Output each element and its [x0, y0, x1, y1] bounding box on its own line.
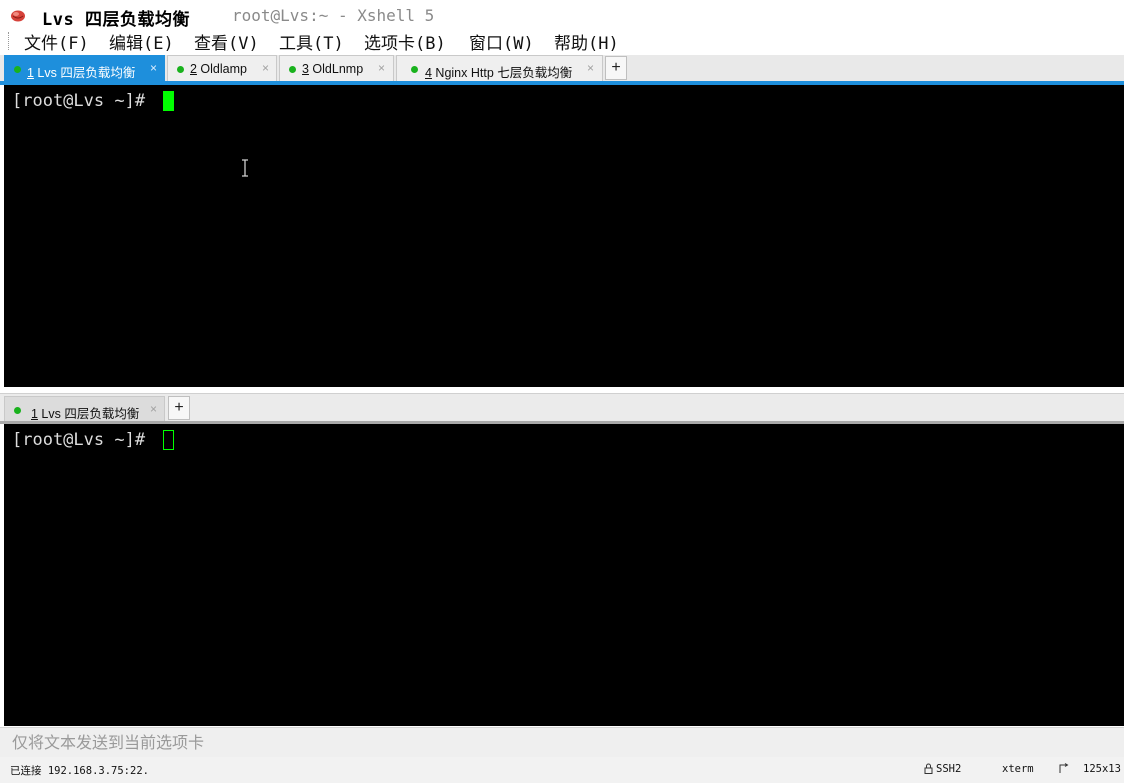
connected-dot-icon: [14, 407, 21, 414]
tab-number: 4: [425, 66, 432, 80]
text-cursor-icon: [242, 159, 248, 177]
terminal-top[interactable]: [root@Lvs ~]#: [4, 85, 1124, 387]
menu-file[interactable]: 文件(F): [24, 29, 89, 54]
tab-label: Lvs 四层负载均衡: [37, 407, 140, 421]
tab-nginx[interactable]: 4 Nginx Http 七层负载均衡 ×: [396, 55, 603, 81]
terminal-type: xterm: [1002, 763, 1034, 775]
terminal-size: 125x13: [1083, 763, 1121, 775]
close-icon[interactable]: ×: [378, 61, 385, 75]
tab-oldlamp[interactable]: 2 Oldlamp ×: [167, 55, 277, 81]
connected-dot-icon: [411, 66, 418, 73]
connected-dot-icon: [289, 66, 296, 73]
window-subtitle: root@Lvs:~ - Xshell 5: [232, 6, 435, 25]
close-icon[interactable]: ×: [150, 61, 157, 75]
tab-number: 2: [190, 62, 197, 76]
tab-label: Nginx Http 七层负载均衡: [431, 66, 573, 80]
menu-edit[interactable]: 编辑(E): [109, 29, 174, 54]
add-tab-button[interactable]: +: [605, 56, 627, 80]
menu-tabs[interactable]: 选项卡(B): [364, 29, 446, 54]
menu-help[interactable]: 帮助(H): [554, 29, 619, 54]
add-tab-button-split[interactable]: +: [168, 396, 190, 420]
connected-dot-icon: [177, 66, 184, 73]
terminal-cursor-inactive: [163, 430, 174, 450]
tab-label: Oldlamp: [196, 62, 247, 76]
window-title: Lvs 四层负载均衡: [42, 10, 190, 30]
tab-number: 1: [31, 407, 38, 421]
tab-oldlnmp[interactable]: 3 OldLnmp ×: [279, 55, 394, 81]
menu-grip-handle[interactable]: [8, 32, 11, 50]
tab-lvs[interactable]: 1 Lvs 四层负载均衡 ×: [4, 55, 165, 81]
terminal-bottom[interactable]: [root@Lvs ~]#: [4, 424, 1124, 726]
compose-bar: [0, 727, 1124, 757]
tab-number: 1: [27, 66, 34, 80]
shell-prompt: [root@Lvs ~]#: [12, 91, 156, 111]
status-bar: 已连接 192.168.3.75:22. SSH2 xterm 125x13: [0, 757, 1124, 783]
close-icon[interactable]: ×: [150, 402, 157, 416]
top-tab-bar: 1 Lvs 四层负载均衡 × 2 Oldlamp × 3 OldLnmp × 4…: [0, 55, 1124, 82]
connected-dot-icon: [14, 66, 21, 73]
menu-tools[interactable]: 工具(T): [279, 29, 344, 54]
tab-label: OldLnmp: [308, 62, 364, 76]
tab-label: Lvs 四层负载均衡: [33, 66, 136, 80]
send-text-input[interactable]: [10, 731, 1114, 753]
close-icon[interactable]: ×: [262, 61, 269, 75]
terminal-cursor: [163, 91, 174, 111]
menu-window[interactable]: 窗口(W): [469, 29, 534, 54]
connection-status: 已连接 192.168.3.75:22.: [10, 765, 149, 777]
close-icon[interactable]: ×: [587, 61, 594, 75]
xshell-app-icon[interactable]: [10, 8, 26, 22]
protocol-indicator: SSH2: [936, 763, 962, 775]
tab-number: 3: [302, 62, 309, 76]
lock-icon: [924, 763, 933, 774]
tab-lvs-split[interactable]: 1 Lvs 四层负载均衡 ×: [4, 396, 165, 422]
shell-prompt: [root@Lvs ~]#: [12, 430, 156, 450]
menu-view[interactable]: 查看(V): [194, 29, 259, 54]
bottom-tab-bar: 1 Lvs 四层负载均衡 × +: [0, 393, 1124, 422]
resize-icon: [1059, 763, 1069, 773]
